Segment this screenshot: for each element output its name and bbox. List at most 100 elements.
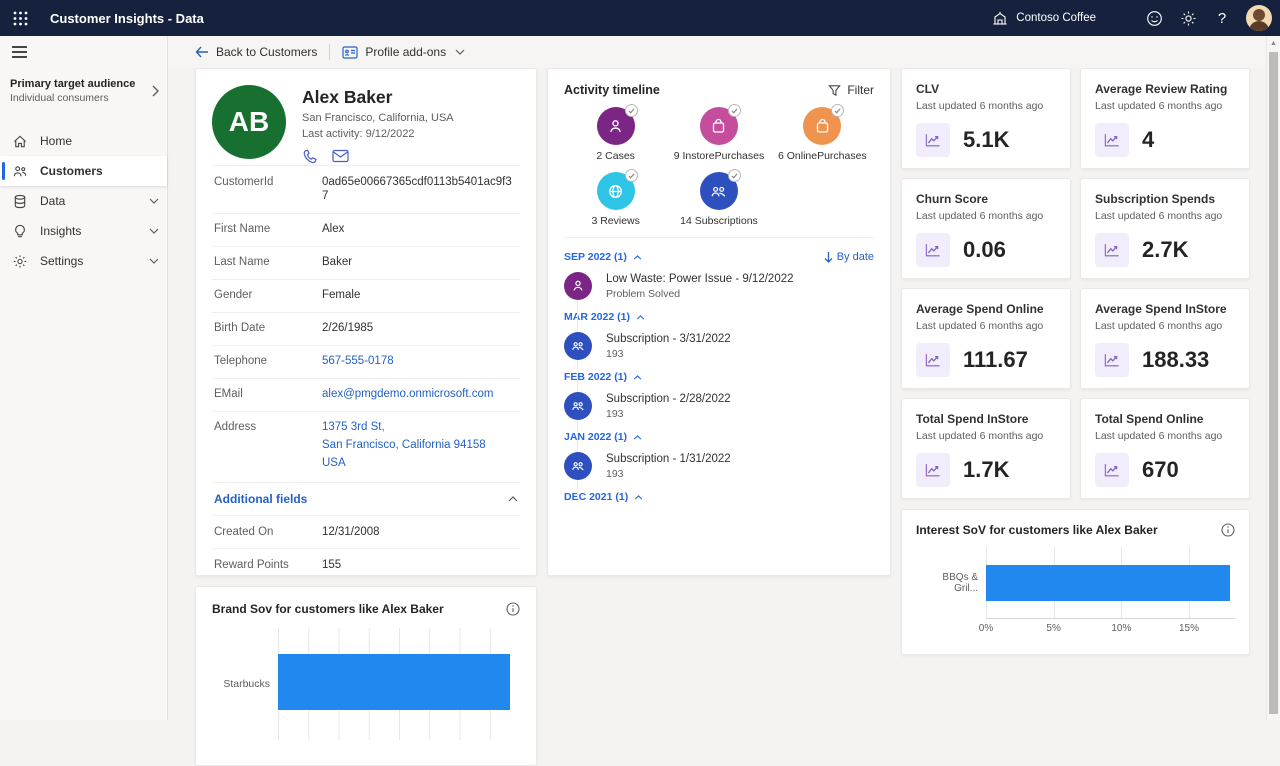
audience-selector[interactable]: Primary target audience Individual consu… bbox=[0, 68, 167, 116]
call-button[interactable] bbox=[302, 149, 318, 165]
sidebar-item-home[interactable]: Home bbox=[0, 126, 167, 156]
account-avatar[interactable] bbox=[1246, 5, 1272, 31]
info-icon[interactable] bbox=[1221, 523, 1235, 537]
email-button[interactable] bbox=[332, 149, 349, 165]
customer-initials: AB bbox=[229, 106, 269, 138]
activity-type-instore[interactable]: 9 InstorePurchases bbox=[667, 107, 770, 162]
profile-field-row: Created On 12/31/2008 bbox=[212, 515, 520, 548]
timeline-group-header[interactable]: SEP 2022 (1) By date bbox=[564, 251, 874, 263]
interest-x-axis: 0% 5% 10% 15% bbox=[986, 619, 1235, 635]
entry-title: Low Waste: Power Issue - 9/12/2022 bbox=[606, 273, 794, 285]
funnel-icon bbox=[828, 84, 841, 97]
chevron-up-icon bbox=[634, 495, 643, 500]
command-bar: Back to Customers Profile add-ons bbox=[168, 36, 1280, 68]
activity-type-cases[interactable]: 2 Cases bbox=[564, 107, 667, 162]
interest-sov-chart: BBQs & Gril... 0% 5% bbox=[916, 547, 1235, 635]
timeline-entry[interactable]: Subscription - 2/28/2022 193 bbox=[564, 392, 874, 420]
address-link[interactable]: 1375 3rd St, San Francisco, California 9… bbox=[322, 420, 486, 474]
interest-category-label: BBQs & Gril... bbox=[916, 547, 986, 619]
gear-icon bbox=[12, 254, 28, 269]
sidebar-item-label: Data bbox=[40, 194, 65, 208]
entry-subtitle: 193 bbox=[606, 348, 731, 360]
additional-fields-toggle[interactable]: Additional fields bbox=[212, 482, 520, 515]
app-launcher-button[interactable] bbox=[0, 0, 40, 36]
nav-collapse-button[interactable] bbox=[0, 36, 36, 68]
email-link[interactable]: alex@pmgdemo.onmicrosoft.com bbox=[322, 387, 493, 402]
activity-type-label: 6 OnlinePurchases bbox=[778, 150, 867, 162]
telephone-link[interactable]: 567-555-0178 bbox=[322, 354, 394, 369]
kpi-card-churn: Churn Score Last updated 6 months ago 0.… bbox=[901, 178, 1071, 279]
sidebar-item-settings[interactable]: Settings bbox=[0, 246, 167, 276]
entry-title: Subscription - 2/28/2022 bbox=[606, 393, 731, 405]
home-icon bbox=[12, 134, 28, 149]
sidebar-item-data[interactable]: Data bbox=[0, 186, 167, 216]
help-button[interactable]: ? bbox=[1206, 2, 1238, 34]
person-icon bbox=[607, 118, 624, 135]
timeline-groups: SEP 2022 (1) By date bbox=[564, 238, 874, 503]
brand-sov-card: Brand Sov for customers like Alex Baker … bbox=[195, 586, 537, 766]
settings-button[interactable] bbox=[1172, 2, 1204, 34]
left-nav: Primary target audience Individual consu… bbox=[0, 36, 168, 720]
info-icon[interactable] bbox=[506, 602, 520, 616]
avatar-body-shape bbox=[1249, 21, 1269, 31]
chevron-down-icon bbox=[149, 198, 159, 204]
entry-subtitle: Problem Solved bbox=[606, 288, 794, 300]
kpi-card-clv: CLV Last updated 6 months ago 5.1K bbox=[901, 68, 1071, 169]
globe-icon bbox=[607, 183, 624, 200]
back-to-customers-link[interactable]: Back to Customers bbox=[195, 45, 317, 59]
kpi-value: 5.1K bbox=[963, 127, 1009, 153]
profile-field-row-address: Address 1375 3rd St, San Francisco, Cali… bbox=[212, 411, 520, 483]
scrollbar-thumb[interactable] bbox=[1269, 52, 1278, 714]
line-chart-icon bbox=[916, 343, 950, 377]
kpi-value: 111.67 bbox=[963, 347, 1028, 373]
activity-summary: 2 Cases 9 InstorePurchases bbox=[564, 107, 874, 227]
gear-icon bbox=[1180, 10, 1197, 27]
timeline-group-header[interactable]: DEC 2021 (1) bbox=[564, 491, 874, 503]
check-badge-icon bbox=[831, 104, 844, 117]
question-mark-icon: ? bbox=[1218, 10, 1226, 27]
scroll-up-button[interactable]: ▲ bbox=[1267, 36, 1280, 50]
kpi-card-subscription-spends: Subscription Spends Last updated 6 month… bbox=[1080, 178, 1250, 279]
timeline-entry[interactable]: Low Waste: Power Issue - 9/12/2022 Probl… bbox=[564, 272, 874, 300]
profile-field-row: First Name Alex bbox=[212, 213, 520, 246]
environment-picker[interactable]: Contoso Coffee bbox=[992, 10, 1096, 26]
vertical-scrollbar[interactable]: ▲ bbox=[1266, 36, 1280, 720]
activity-type-subscriptions[interactable]: 14 Subscriptions bbox=[667, 172, 770, 227]
people-icon bbox=[571, 399, 585, 413]
kpi-card-avg-spend-instore: Average Spend InStore Last updated 6 mon… bbox=[1080, 288, 1250, 389]
profile-field-row: Gender Female bbox=[212, 279, 520, 312]
back-link-label: Back to Customers bbox=[216, 45, 317, 59]
timeline-entry[interactable]: Subscription - 3/31/2022 193 bbox=[564, 332, 874, 360]
brand-category-label: Starbucks bbox=[212, 628, 278, 740]
chevron-right-icon bbox=[151, 85, 159, 97]
timeline-group-header[interactable]: JAN 2022 (1) bbox=[564, 431, 874, 443]
avatar-head-shape bbox=[1253, 9, 1265, 21]
kpi-card-avg-review: Average Review Rating Last updated 6 mon… bbox=[1080, 68, 1250, 169]
entry-subtitle: 193 bbox=[606, 408, 731, 420]
sort-by-date-button[interactable]: By date bbox=[824, 251, 874, 263]
kpi-card-total-spend-instore: Total Spend InStore Last updated 6 month… bbox=[901, 398, 1071, 499]
audience-title: Primary target audience bbox=[10, 78, 151, 90]
interest-plot-area bbox=[986, 547, 1235, 619]
line-chart-icon bbox=[916, 453, 950, 487]
sidebar-item-label: Insights bbox=[40, 224, 81, 238]
timeline-group-header[interactable]: MAR 2022 (1) bbox=[564, 311, 874, 323]
person-icon bbox=[571, 279, 585, 293]
kpi-value: 4 bbox=[1142, 127, 1154, 153]
people-icon bbox=[571, 459, 585, 473]
timeline-entry[interactable]: Subscription - 1/31/2022 193 bbox=[564, 452, 874, 480]
sidebar-item-customers[interactable]: Customers bbox=[0, 156, 167, 186]
feedback-button[interactable] bbox=[1138, 2, 1170, 34]
brand-plot-area bbox=[278, 628, 520, 740]
kpi-grid: CLV Last updated 6 months ago 5.1K Avera… bbox=[901, 68, 1250, 499]
brand-sov-chart: Starbucks bbox=[212, 628, 520, 740]
sidebar-item-insights[interactable]: Insights bbox=[0, 216, 167, 246]
profile-addons-button[interactable]: Profile add-ons bbox=[342, 45, 465, 59]
check-badge-icon bbox=[728, 104, 741, 117]
phone-icon bbox=[302, 149, 318, 165]
timeline-title: Activity timeline bbox=[564, 83, 660, 97]
activity-type-reviews[interactable]: 3 Reviews bbox=[564, 172, 667, 227]
filter-button[interactable]: Filter bbox=[828, 83, 874, 97]
activity-type-online[interactable]: 6 OnlinePurchases bbox=[771, 107, 874, 162]
timeline-group-header[interactable]: FEB 2022 (1) bbox=[564, 371, 874, 383]
